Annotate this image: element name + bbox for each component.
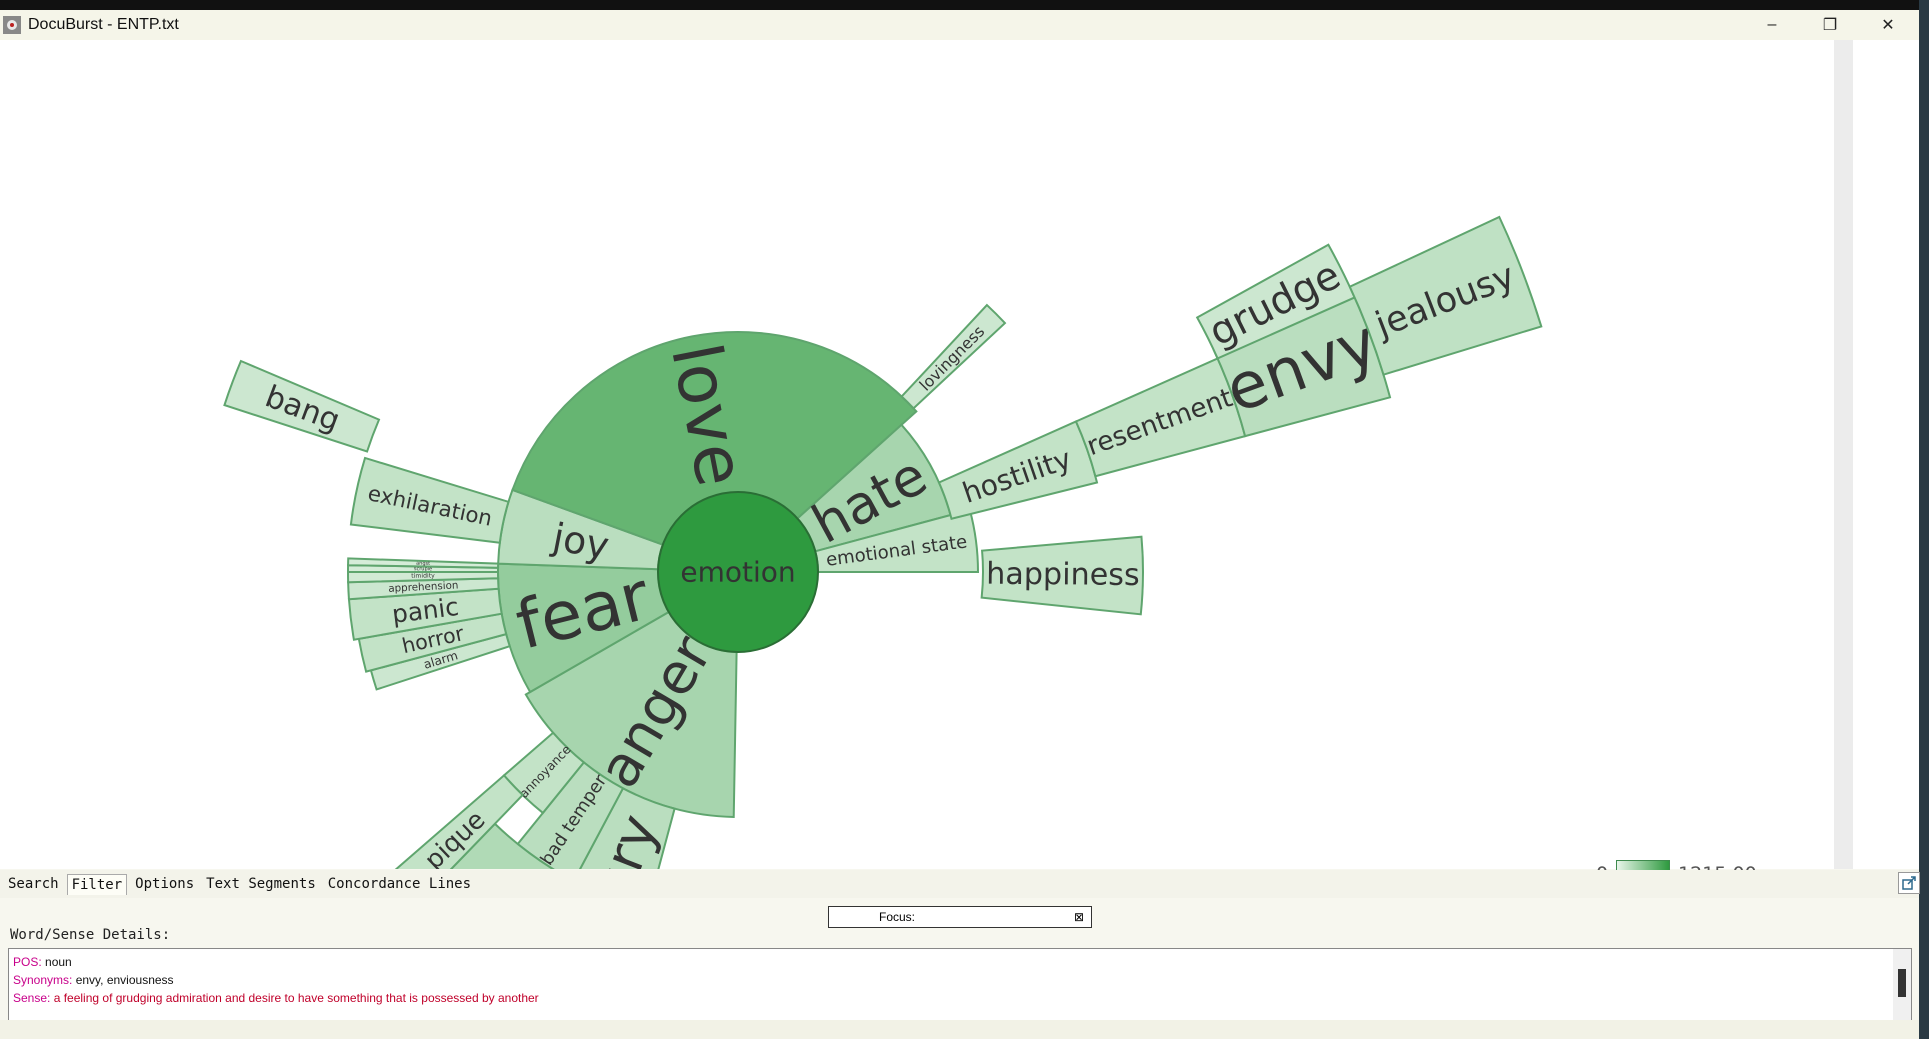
- restore-button[interactable]: ❐: [1801, 10, 1859, 40]
- tab-options[interactable]: Options: [131, 874, 198, 894]
- focus-label: Focus:: [879, 910, 916, 924]
- minimize-icon: –: [1767, 16, 1777, 33]
- docuburst-canvas[interactable]: anger fear joy love hate emotional state fury b…: [0, 40, 1834, 888]
- details-heading: Word/Sense Details:: [10, 927, 171, 943]
- details-panel: POS: noun Synonyms: envy, enviousness Se…: [8, 948, 1912, 1021]
- label-lovingness: lovingness: [915, 322, 988, 395]
- details-scrollbar[interactable]: [1893, 949, 1911, 1020]
- sense-value: a feeling of grudging admiration and des…: [53, 991, 539, 1005]
- app-icon: [3, 16, 21, 34]
- synonyms-key: Synonyms:: [13, 973, 73, 987]
- top-strip: [0, 0, 1929, 10]
- sunburst-visualization[interactable]: angerfearjoylovehateemotional statefuryb…: [0, 40, 1834, 869]
- label-timidity: timidity: [411, 572, 435, 579]
- close-icon: ✕: [1881, 17, 1895, 34]
- synonyms-row: Synonyms: envy, enviousness: [13, 973, 174, 987]
- clear-focus-icon[interactable]: ⊠: [1071, 910, 1087, 924]
- detach-panel-button[interactable]: [1898, 872, 1920, 894]
- bottom-strip: [0, 1020, 1919, 1039]
- synonyms-value: envy, enviousness: [75, 973, 174, 987]
- minimize-button[interactable]: –: [1743, 10, 1801, 40]
- right-margin: [1853, 40, 1919, 869]
- pos-key: POS:: [13, 955, 42, 969]
- sense-row: Sense: a feeling of grudging admiration …: [13, 991, 539, 1005]
- title-bar: DocuBurst - ENTP.txt: [0, 10, 1929, 40]
- close-button[interactable]: ✕: [1859, 10, 1917, 40]
- tab-concordance-lines[interactable]: Concordance Lines: [324, 874, 475, 894]
- focus-field[interactable]: Focus: ⊠: [828, 906, 1092, 928]
- detach-icon: [1902, 876, 1916, 890]
- restore-icon: ❐: [1822, 17, 1838, 34]
- pos-value: noun: [45, 955, 72, 969]
- label-angst: angst: [416, 561, 430, 567]
- window-title: DocuBurst - ENTP.txt: [28, 16, 179, 33]
- root-label: emotion: [680, 556, 795, 589]
- sense-key: Sense:: [13, 991, 51, 1005]
- tab-filter[interactable]: Filter: [66, 873, 128, 895]
- tab-search[interactable]: Search: [4, 874, 63, 894]
- tab-text-segments[interactable]: Text Segments: [202, 874, 320, 894]
- desktop-edge: [1919, 0, 1929, 1039]
- label-happiness: happiness: [986, 557, 1140, 593]
- tab-bar: Search Filter Options Text Segments Conc…: [0, 870, 1919, 898]
- details-scroll-thumb[interactable]: [1898, 969, 1906, 997]
- vertical-scrollbar[interactable]: [1834, 40, 1853, 869]
- pos-row: POS: noun: [13, 955, 72, 969]
